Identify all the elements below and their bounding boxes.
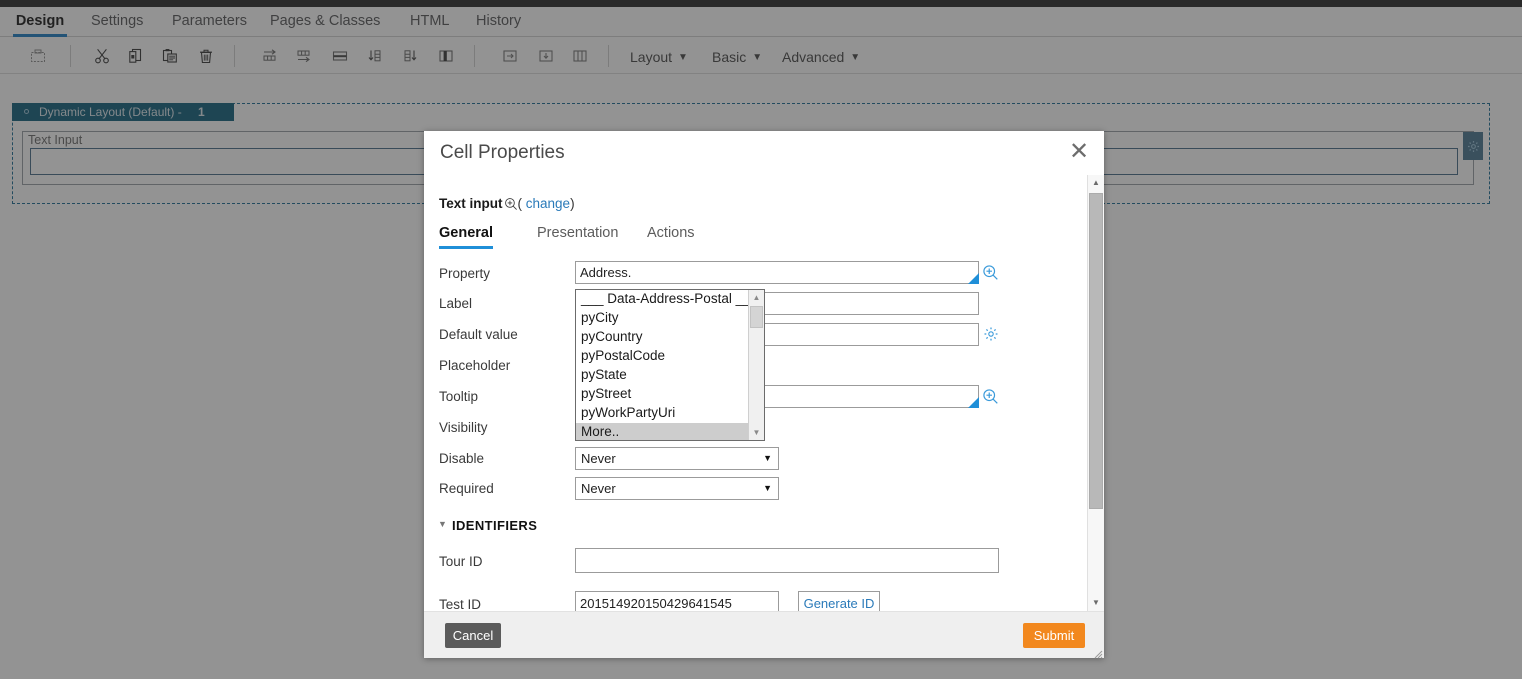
form-row-tour-id: Tour ID [424, 546, 1079, 579]
disable-label: Disable [439, 451, 484, 466]
form-row-test-id: Test ID Generate ID [424, 589, 1079, 611]
dropdown-option-pyworkpartyuri[interactable]: pyWorkPartyUri [576, 404, 748, 423]
tooltip-label: Tooltip [439, 389, 478, 404]
dropdown-option-group[interactable]: ___ Data-Address-Postal ___ [576, 290, 748, 309]
zoom-in-icon[interactable] [504, 197, 518, 214]
required-value: Never [581, 481, 616, 496]
tour-id-input[interactable] [575, 548, 999, 573]
property-autocomplete-dropdown[interactable]: ___ Data-Address-Postal ___ pyCity pyCou… [575, 289, 765, 441]
test-id-label: Test ID [439, 597, 481, 611]
cancel-button[interactable]: Cancel [445, 623, 501, 648]
dialog-header: Cell Properties ✕ [424, 131, 1104, 175]
dropdown-option-more[interactable]: More.. [576, 423, 748, 440]
control-type-label: Text input [439, 196, 503, 211]
dropdown-option-pystreet[interactable]: pyStreet [576, 385, 748, 404]
application-window: Design Settings Parameters Pages & Class… [0, 0, 1522, 679]
property-input[interactable] [575, 261, 979, 284]
control-subheader: Text input ( change) [439, 196, 575, 214]
dialog-title: Cell Properties [440, 142, 565, 164]
tab-general-label: General [439, 225, 493, 241]
generate-id-button[interactable]: Generate ID [798, 591, 880, 611]
subhead-close-paren: ) [570, 196, 575, 211]
subhead-open-paren: ( [518, 196, 523, 211]
dropdown-option-label: pyCity [581, 310, 619, 325]
scroll-up-icon[interactable]: ▲ [1088, 175, 1104, 191]
dropdown-scroll-thumb[interactable] [750, 306, 763, 328]
dropdown-option-label: pyPostalCode [581, 348, 665, 363]
dropdown-option-label: pyStreet [581, 386, 631, 401]
dropdown-option-pycity[interactable]: pyCity [576, 309, 748, 328]
dialog-resize-grip[interactable] [1092, 646, 1103, 657]
required-select[interactable]: Never ▼ [575, 477, 779, 500]
chevron-down-icon: ▼ [763, 448, 772, 469]
dropdown-option-label: pyWorkPartyUri [581, 405, 675, 420]
dropdown-option-label: pyState [581, 367, 627, 382]
placeholder-label: Placeholder [439, 358, 510, 373]
default-value-gear-icon[interactable] [983, 326, 999, 347]
dropdown-option-label: ___ Data-Address-Postal ___ [581, 291, 748, 306]
tour-id-label: Tour ID [439, 554, 483, 569]
property-label: Property [439, 266, 490, 281]
tab-general[interactable]: General [439, 223, 493, 249]
tab-actions-label: Actions [647, 225, 695, 241]
tab-presentation[interactable]: Presentation [537, 223, 618, 249]
dropdown-option-label: pyCountry [581, 329, 643, 344]
dropdown-option-pystate[interactable]: pyState [576, 366, 748, 385]
disable-value: Never [581, 451, 616, 466]
scroll-up-icon[interactable]: ▲ [749, 290, 764, 305]
dropdown-option-pypostalcode[interactable]: pyPostalCode [576, 347, 748, 366]
cell-properties-dialog: Cell Properties ✕ Text input ( change) Ge… [424, 131, 1104, 658]
submit-button[interactable]: Submit [1023, 623, 1085, 648]
dropdown-scrollbar[interactable]: ▲ ▼ [748, 290, 764, 440]
dropdown-option-pycountry[interactable]: pyCountry [576, 328, 748, 347]
disable-select[interactable]: Never ▼ [575, 447, 779, 470]
identifiers-section-header[interactable]: ▼ IDENTIFIERS [452, 518, 537, 533]
dialog-body: Text input ( change) General Presentation… [424, 175, 1104, 611]
tab-presentation-label: Presentation [537, 225, 618, 241]
dialog-footer: Cancel Submit [424, 611, 1104, 658]
dropdown-option-label: More.. [581, 424, 619, 439]
identifiers-section-label: IDENTIFIERS [452, 518, 537, 533]
visibility-label: Visibility [439, 420, 488, 435]
tooltip-zoom-icon[interactable] [982, 388, 999, 410]
test-id-input[interactable] [575, 591, 779, 611]
form-row-required: Required Never ▼ [424, 474, 1079, 505]
change-link[interactable]: change [526, 196, 570, 211]
default-value-label: Default value [439, 327, 518, 342]
dialog-scrollbar[interactable]: ▲ ▼ [1087, 175, 1104, 611]
scroll-down-icon[interactable]: ▼ [749, 425, 764, 440]
tab-actions[interactable]: Actions [647, 223, 695, 249]
form-row-property: Property [424, 259, 1079, 289]
scroll-down-icon[interactable]: ▼ [1088, 595, 1104, 611]
property-dropdown-list: ___ Data-Address-Postal ___ pyCity pyCou… [576, 290, 748, 440]
label-field-label: Label [439, 296, 472, 311]
dialog-scroll-thumb[interactable] [1089, 193, 1103, 509]
form-row-disable: Disable Never ▼ [424, 444, 1079, 475]
chevron-down-icon: ▼ [763, 478, 772, 499]
triangle-down-icon: ▼ [438, 519, 447, 529]
required-label: Required [439, 481, 494, 496]
property-zoom-icon[interactable] [982, 264, 999, 286]
close-icon[interactable]: ✕ [1066, 139, 1092, 165]
